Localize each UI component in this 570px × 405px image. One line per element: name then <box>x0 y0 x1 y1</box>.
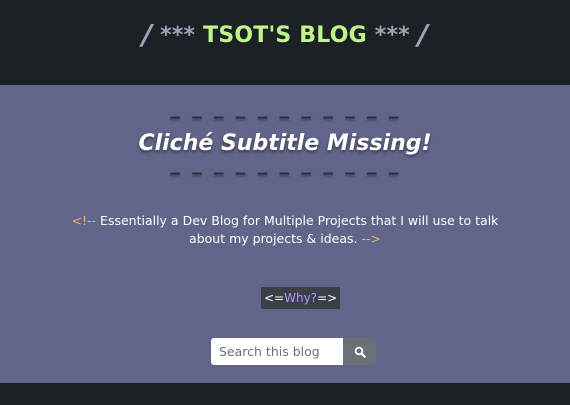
search-input[interactable] <box>211 338 343 365</box>
blog-subtitle: Cliché Subtitle Missing! <box>138 131 432 156</box>
why-prefix: <= <box>264 291 285 305</box>
search-icon <box>354 346 366 358</box>
site-title[interactable]: / *** TSOT'S BLOG *** / <box>142 18 428 51</box>
why-suffix: => <box>317 291 338 305</box>
blog-name[interactable]: TSOT'S BLOG <box>203 23 367 48</box>
description-text: Essentially a Dev Blog for Multiple Proj… <box>100 213 499 246</box>
title-slash-right: / <box>417 18 429 51</box>
blog-description: <!-- Essentially a Dev Blog for Multiple… <box>70 212 500 248</box>
hero-section: – – – – – – – – – – – Cliché Subtitle Mi… <box>0 85 570 383</box>
search-button[interactable] <box>343 338 376 365</box>
footer-bar <box>0 383 570 405</box>
title-stars-left: *** <box>160 23 196 48</box>
title-stars-right: *** <box>374 23 410 48</box>
dashes-divider-top: – – – – – – – – – – – <box>170 107 400 126</box>
why-label: Why? <box>284 291 318 305</box>
why-button[interactable]: <=Why?=> <box>261 287 341 309</box>
comment-close: --> <box>361 231 381 246</box>
site-header: / *** TSOT'S BLOG *** / <box>0 0 570 85</box>
title-slash-left: / <box>141 18 153 51</box>
dashes-divider-bottom: – – – – – – – – – – – <box>170 163 400 182</box>
comment-open: <!-- <box>71 213 97 228</box>
